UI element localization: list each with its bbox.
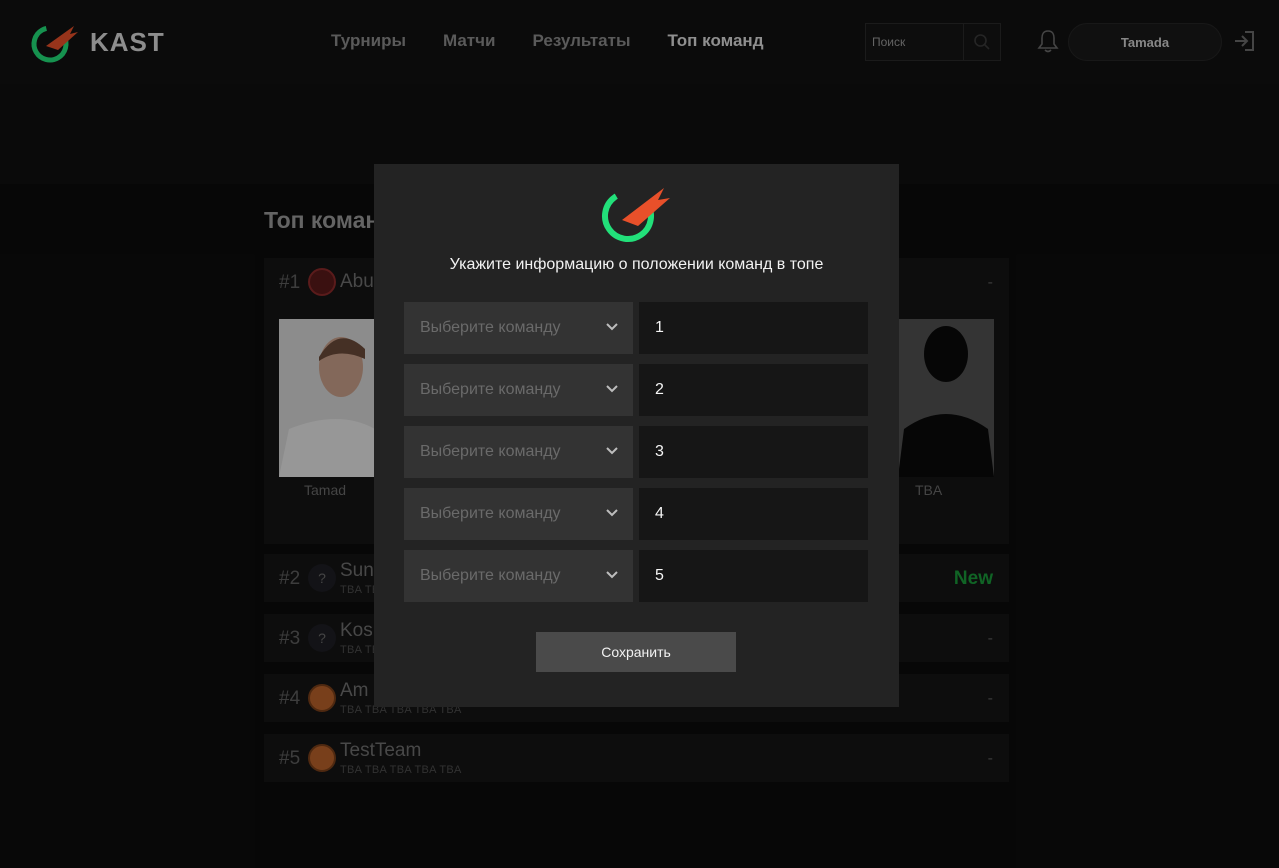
team-select-placeholder: Выберите команду xyxy=(420,567,561,584)
ranking-row-5: Выберите команду 5 xyxy=(404,550,868,602)
team-select-placeholder: Выберите команду xyxy=(420,443,561,460)
chevron-down-icon xyxy=(606,509,618,517)
chevron-down-icon xyxy=(606,385,618,393)
ranking-row-4: Выберите команду 4 xyxy=(404,488,868,540)
team-select-placeholder: Выберите команду xyxy=(420,381,561,398)
chevron-down-icon xyxy=(606,571,618,579)
team-select[interactable]: Выберите команду xyxy=(404,302,633,354)
ranking-row-1: Выберите команду 1 xyxy=(404,302,868,354)
save-button[interactable]: Сохранить xyxy=(536,632,736,672)
position-field[interactable]: 5 xyxy=(639,550,868,602)
position-field[interactable]: 3 xyxy=(639,426,868,478)
ranking-row-2: Выберите команду 2 xyxy=(404,364,868,416)
position-field[interactable]: 4 xyxy=(639,488,868,540)
team-select[interactable]: Выберите команду xyxy=(404,426,633,478)
team-select[interactable]: Выберите команду xyxy=(404,488,633,540)
modal-title: Укажите информацию о положении команд в … xyxy=(449,256,824,273)
team-select-placeholder: Выберите команду xyxy=(420,505,561,522)
team-ranking-modal: Укажите информацию о положении команд в … xyxy=(374,164,899,707)
team-select[interactable]: Выберите команду xyxy=(404,364,633,416)
kast-logo-icon xyxy=(602,188,670,242)
ranking-row-3: Выберите команду 3 xyxy=(404,426,868,478)
chevron-down-icon xyxy=(606,447,618,455)
team-select-placeholder: Выберите команду xyxy=(420,319,561,336)
modal-logo xyxy=(598,176,674,249)
position-field[interactable]: 2 xyxy=(639,364,868,416)
chevron-down-icon xyxy=(606,323,618,331)
position-field[interactable]: 1 xyxy=(639,302,868,354)
team-select[interactable]: Выберите команду xyxy=(404,550,633,602)
